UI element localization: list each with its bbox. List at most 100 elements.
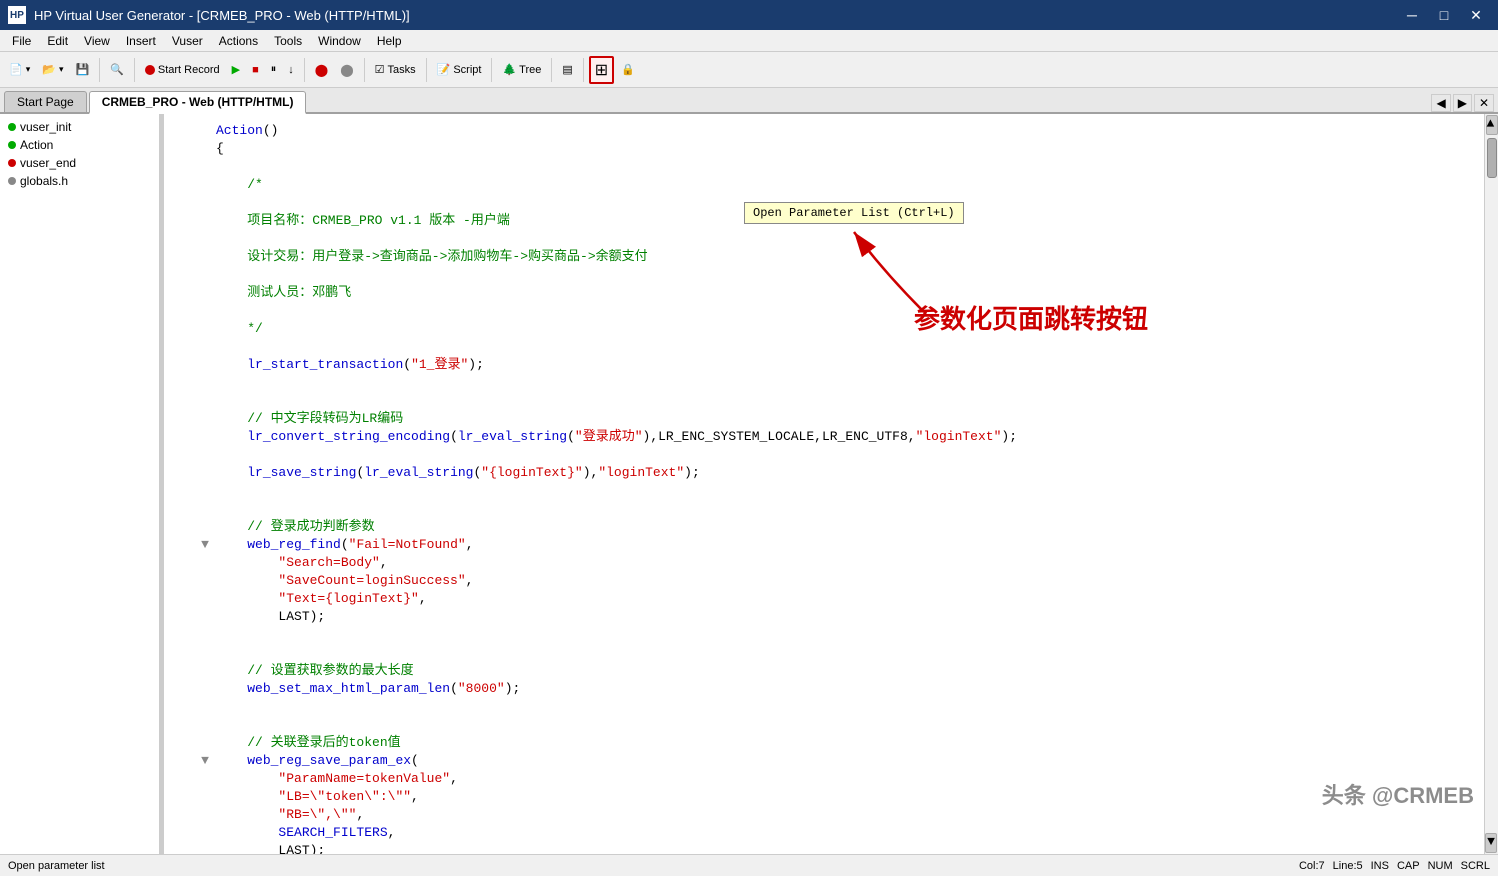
find-icon: 🔍	[110, 63, 124, 76]
code-line	[164, 230, 1498, 248]
code-line: web_set_max_html_param_len("8000");	[164, 680, 1498, 698]
menu-window[interactable]: Window	[310, 30, 369, 52]
code-line	[164, 716, 1498, 734]
open-button[interactable]: 📂 ▾	[37, 56, 68, 84]
status-dot-init	[8, 123, 16, 131]
code-line	[164, 158, 1498, 176]
separator-2	[134, 58, 135, 82]
menu-insert[interactable]: Insert	[118, 30, 164, 52]
stop-icon: ■	[252, 64, 259, 76]
script-label: Script	[453, 64, 481, 76]
status-ins: INS	[1371, 860, 1389, 872]
code-line: // 登录成功判断参数	[164, 518, 1498, 536]
separator-3	[304, 58, 305, 82]
step-icon: ↓	[288, 64, 294, 76]
separator-1	[99, 58, 100, 82]
menu-edit[interactable]: Edit	[39, 30, 76, 52]
code-line: /*	[164, 176, 1498, 194]
separator-6	[491, 58, 492, 82]
code-line	[164, 266, 1498, 284]
bp2-icon: ⬤	[340, 63, 353, 77]
tab-crmeb-label: CRMEB_PRO - Web (HTTP/HTML)	[102, 95, 294, 109]
separator-8	[583, 58, 584, 82]
code-line	[164, 302, 1498, 320]
code-line: SEARCH_FILTERS,	[164, 824, 1498, 842]
code-line: // 中文字段转码为LR编码	[164, 410, 1498, 428]
run-button[interactable]: ▶	[227, 56, 245, 84]
scroll-down-button[interactable]: ▼	[1485, 833, 1497, 853]
window-title: HP Virtual User Generator - [CRMEB_PRO -…	[34, 8, 1390, 23]
save-param-icon: 🔒	[621, 63, 635, 76]
tab-next-button[interactable]: ▶	[1453, 94, 1472, 112]
menu-actions[interactable]: Actions	[211, 30, 266, 52]
code-line: // 关联登录后的token值	[164, 734, 1498, 752]
tree-icon: 🌲	[502, 63, 516, 76]
tree-button[interactable]: 🌲 Tree	[497, 56, 546, 84]
menu-file[interactable]: File	[4, 30, 39, 52]
scroll-up-button[interactable]: ▲	[1486, 115, 1498, 135]
tasks-button[interactable]: ☑ Tasks	[370, 56, 421, 84]
bp-button[interactable]: ⬤	[310, 56, 333, 84]
view-btn2[interactable]: ▤	[557, 56, 577, 84]
bp2-button[interactable]: ⬤	[335, 56, 358, 84]
record-dot-icon	[145, 65, 155, 75]
tree-item-label-action: Action	[20, 138, 53, 152]
code-editor[interactable]: Open Parameter List (Ctrl+L) 参数化页面跳转按钮 A…	[164, 114, 1498, 854]
find-button[interactable]: 🔍	[105, 56, 129, 84]
tab-crmeb[interactable]: CRMEB_PRO - Web (HTTP/HTML)	[89, 91, 307, 114]
view2-icon: ▤	[562, 63, 572, 76]
menu-bar: File Edit View Insert Vuser Actions Tool…	[0, 30, 1498, 52]
tree-item-action[interactable]: Action	[4, 136, 155, 154]
maximize-button[interactable]: □	[1430, 5, 1458, 25]
close-button[interactable]: ✕	[1462, 5, 1490, 25]
param-list-button[interactable]: ⊞	[589, 56, 614, 84]
tree-item-globals[interactable]: globals.h	[4, 172, 155, 190]
tree-item-vuser-end[interactable]: vuser_end	[4, 154, 155, 172]
code-line: lr_start_transaction("1_登录");	[164, 356, 1498, 374]
menu-help[interactable]: Help	[369, 30, 410, 52]
status-left: Open parameter list	[8, 860, 105, 872]
status-right: Col:7 Line:5 INS CAP NUM SCRL	[1299, 860, 1490, 872]
open-icon: 📂	[42, 63, 56, 76]
main-content: vuser_init Action vuser_end globals.h Op…	[0, 114, 1498, 854]
new-button[interactable]: 📄 ▾	[4, 56, 35, 84]
code-line	[164, 392, 1498, 410]
code-line	[164, 644, 1498, 662]
save-param-button[interactable]: 🔒	[616, 56, 640, 84]
stop-button[interactable]: ■	[247, 56, 264, 84]
menu-tools[interactable]: Tools	[266, 30, 310, 52]
code-line: ▼ web_reg_find("Fail=NotFound",	[164, 536, 1498, 554]
script-button[interactable]: 📝 Script	[432, 56, 487, 84]
tab-start-page-label: Start Page	[17, 95, 74, 109]
code-line: "SaveCount=loginSuccess",	[164, 572, 1498, 590]
step-button[interactable]: ↓	[283, 56, 299, 84]
window-controls: ─ □ ✕	[1398, 5, 1490, 25]
start-record-label: Start Record	[158, 64, 220, 76]
tab-prev-button[interactable]: ◀	[1431, 94, 1450, 112]
code-line: lr_convert_string_encoding(lr_eval_strin…	[164, 428, 1498, 446]
menu-view[interactable]: View	[76, 30, 118, 52]
status-dot-end	[8, 159, 16, 167]
start-record-button[interactable]: Start Record	[140, 56, 225, 84]
code-line	[164, 626, 1498, 644]
code-line	[164, 446, 1498, 464]
separator-5	[426, 58, 427, 82]
toolbar: 📄 ▾ 📂 ▾ 💾 🔍 Start Record ▶ ■ ⏸ ↓ ⬤ ⬤ ☑ T…	[0, 52, 1498, 88]
code-line	[164, 482, 1498, 500]
status-message: Open parameter list	[8, 860, 105, 872]
scroll-thumb[interactable]	[1487, 138, 1497, 178]
minimize-button[interactable]: ─	[1398, 5, 1426, 25]
status-bar: Open parameter list Col:7 Line:5 INS CAP…	[0, 854, 1498, 876]
title-bar: HP HP Virtual User Generator - [CRMEB_PR…	[0, 0, 1498, 30]
tab-start-page[interactable]: Start Page	[4, 91, 87, 112]
save-button[interactable]: 💾	[70, 56, 94, 84]
menu-vuser[interactable]: Vuser	[164, 30, 211, 52]
code-line: LAST);	[164, 842, 1498, 854]
tree-item-vuser-init[interactable]: vuser_init	[4, 118, 155, 136]
pause-button[interactable]: ⏸	[266, 56, 282, 84]
tab-nav-buttons: ◀ ▶ ✕	[1431, 94, 1494, 112]
code-line: LAST);	[164, 608, 1498, 626]
scrollbar-right[interactable]: ▲ ▼	[1484, 114, 1498, 854]
tab-close-button[interactable]: ✕	[1474, 94, 1494, 112]
code-line: "Text={loginText}",	[164, 590, 1498, 608]
